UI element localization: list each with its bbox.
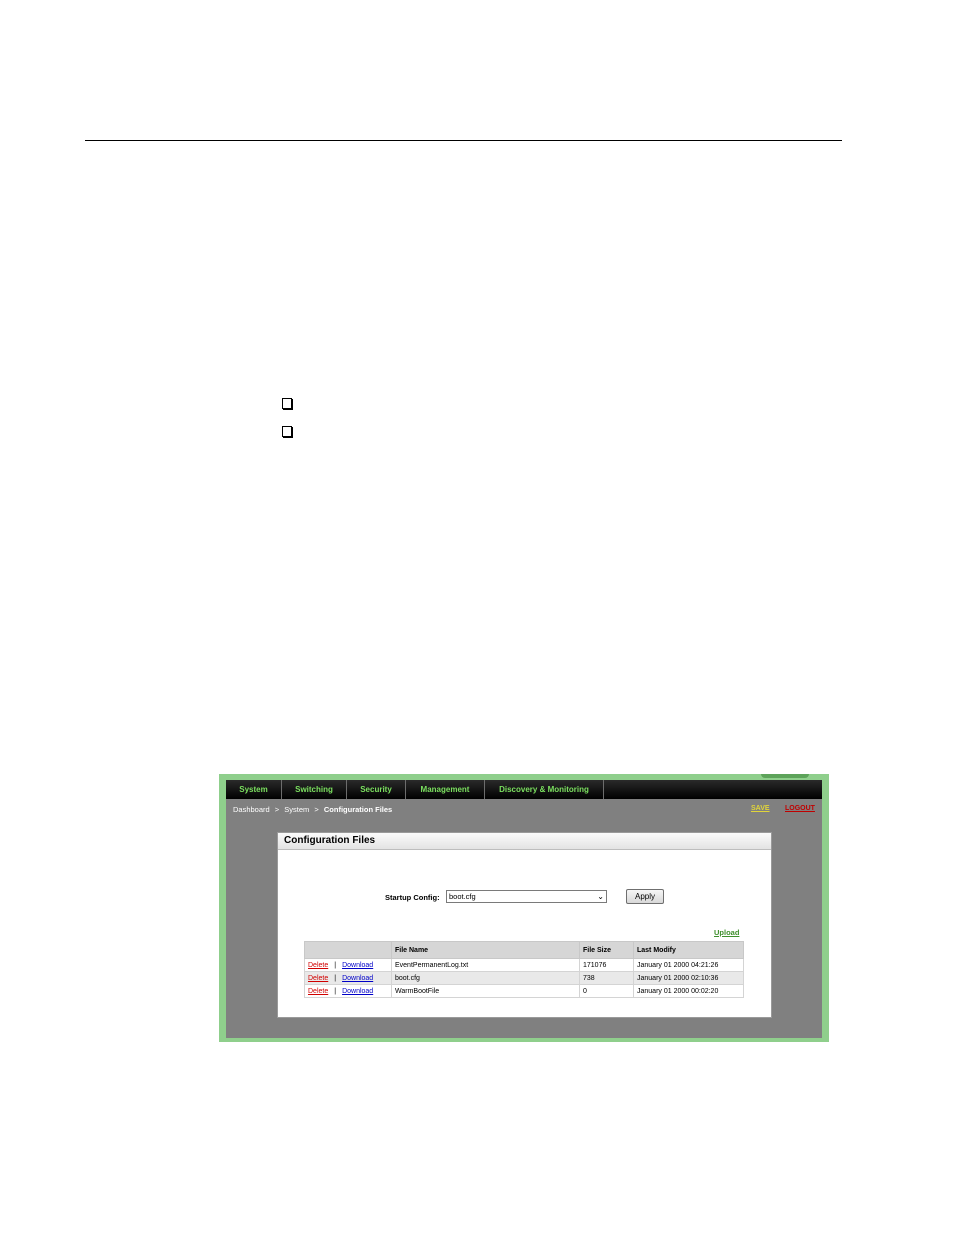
nav-discovery-monitoring[interactable]: Discovery & Monitoring	[485, 780, 604, 799]
breadcrumb-system[interactable]: System	[284, 805, 309, 814]
breadcrumb-separator: >	[274, 805, 280, 814]
last-modify: January 01 2000 04:21:26	[633, 958, 744, 972]
checkbox-bullet-icon	[282, 426, 292, 437]
last-modify: January 01 2000 00:02:20	[633, 984, 744, 998]
main-nav: System Switching Security Management Dis…	[226, 780, 822, 799]
breadcrumb-current: Configuration Files	[323, 805, 393, 814]
action-separator: |	[334, 987, 337, 995]
delete-link[interactable]: Delete	[308, 975, 328, 982]
file-size: 738	[579, 971, 634, 985]
table-header-row: File Name File Size Last Modify	[304, 941, 744, 959]
nav-security[interactable]: Security	[347, 780, 406, 799]
startup-config-label: Startup Config:	[385, 893, 440, 902]
frame-tab-decoration	[761, 774, 809, 778]
screenshot-frame: System Switching Security Management Dis…	[219, 774, 829, 1042]
header-last-modify: Last Modify	[633, 941, 744, 959]
file-name: WarmBootFile	[391, 984, 580, 998]
table-row: Delete | Download WarmBootFile 0 January 0…	[304, 984, 744, 998]
row-actions: Delete | Download	[304, 971, 392, 985]
startup-config-row: Startup Config: boot.cfg ⌄ Apply	[278, 889, 771, 905]
breadcrumb-dashboard[interactable]: Dashboard	[233, 805, 270, 814]
breadcrumb-separator: >	[314, 805, 319, 814]
breadcrumb: Dashboard > System > Configuration Files	[233, 805, 392, 814]
save-link[interactable]: SAVE	[751, 805, 770, 812]
delete-link[interactable]: Delete	[308, 988, 328, 995]
last-modify: January 01 2000 02:10:36	[633, 971, 744, 985]
startup-config-select[interactable]: boot.cfg ⌄	[446, 890, 607, 903]
table-row: Delete | Download EventPermanentLog.txt 17…	[304, 958, 744, 972]
nav-management[interactable]: Management	[406, 780, 485, 799]
download-link[interactable]: Download	[342, 988, 373, 995]
header-file-size: File Size	[579, 941, 634, 959]
files-table: File Name File Size Last Modify Delete | D…	[304, 941, 744, 998]
file-size: 171076	[579, 958, 634, 972]
header-rule	[85, 140, 842, 141]
file-name: EventPermanentLog.txt	[391, 958, 580, 972]
nav-switching[interactable]: Switching	[282, 780, 347, 799]
file-size: 0	[579, 984, 634, 998]
chevron-down-icon: ⌄	[597, 892, 604, 901]
row-actions: Delete | Download	[304, 984, 392, 998]
header-actions	[304, 941, 392, 959]
config-files-panel: Configuration Files Startup Config: boot…	[277, 832, 772, 1018]
apply-button[interactable]: Apply	[626, 889, 664, 904]
action-separator: |	[334, 974, 337, 982]
download-link[interactable]: Download	[342, 975, 373, 982]
nav-system[interactable]: System	[226, 780, 282, 799]
checkbox-bullet-icon	[282, 398, 292, 409]
action-separator: |	[334, 961, 337, 969]
panel-title: Configuration Files	[278, 833, 771, 850]
table-row: Delete | Download boot.cfg 738 January 01 …	[304, 971, 744, 985]
download-link[interactable]: Download	[342, 962, 373, 969]
app-window: System Switching Security Management Dis…	[226, 780, 822, 1038]
header-file-name: File Name	[391, 941, 580, 959]
delete-link[interactable]: Delete	[308, 962, 328, 969]
upload-link[interactable]: Upload	[714, 928, 739, 937]
row-actions: Delete | Download	[304, 958, 392, 972]
file-name: boot.cfg	[391, 971, 580, 985]
startup-config-value: boot.cfg	[449, 892, 476, 901]
logout-link[interactable]: LOGOUT	[785, 805, 815, 812]
breadcrumb-bar: Dashboard > System > Configuration Files…	[226, 799, 822, 821]
